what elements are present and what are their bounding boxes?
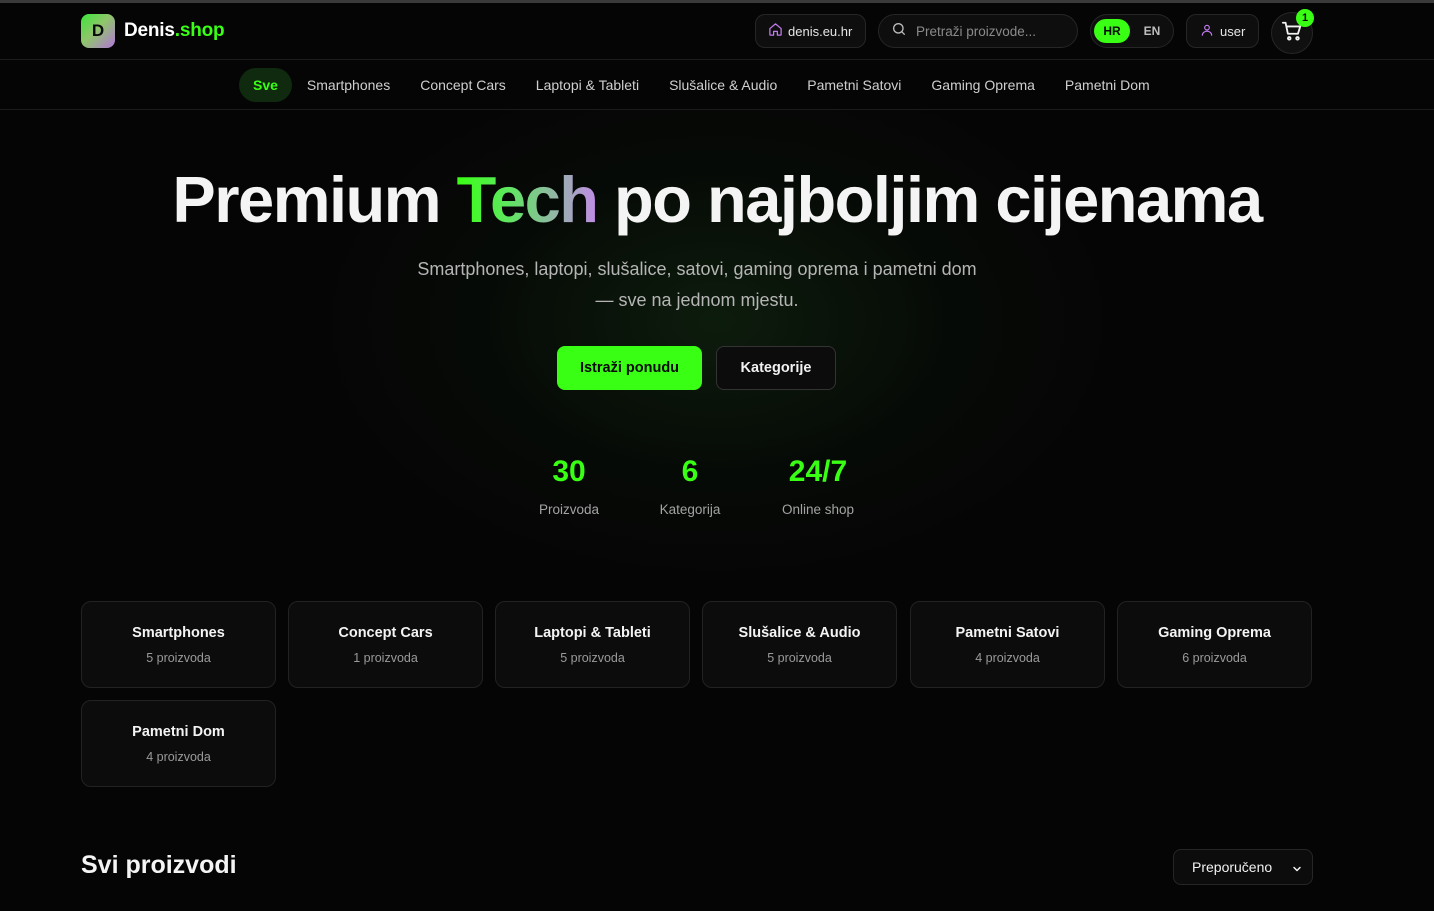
category-card-title: Gaming Oprema <box>1158 624 1271 641</box>
search-input[interactable] <box>916 23 1066 39</box>
sort-selected-value: Preporučeno <box>1192 859 1273 875</box>
hero-subtitle-line2: — sve na jednom mjestu. <box>595 290 799 310</box>
language-switcher: HR EN <box>1090 14 1174 48</box>
categories-button[interactable]: Kategorije <box>716 346 836 390</box>
category-card-count: 1 proizvoda <box>353 650 418 665</box>
search-box[interactable] <box>878 14 1078 48</box>
category-card-pametni-satovi[interactable]: Pametni Satovi 4 proizvoda <box>910 601 1105 688</box>
category-nav: Sve Smartphones Concept Cars Laptopi & T… <box>0 60 1434 110</box>
nav-item-pametni-satovi[interactable]: Pametni Satovi <box>792 68 916 102</box>
stat-products: 30 Proizvoda <box>529 454 609 517</box>
category-card-concept-cars[interactable]: Concept Cars 1 proizvoda <box>288 601 483 688</box>
category-card-count: 6 proizvoda <box>1182 650 1247 665</box>
nav-item-smartphones[interactable]: Smartphones <box>292 68 405 102</box>
category-card-count: 5 proizvoda <box>560 650 625 665</box>
stat-label: Online shop <box>781 502 855 517</box>
user-button[interactable]: user <box>1186 14 1259 48</box>
nav-item-gaming-oprema[interactable]: Gaming Oprema <box>916 68 1049 102</box>
nav-item-slusalice-audio[interactable]: Slušalice & Audio <box>654 68 792 102</box>
sort-select[interactable]: Preporučeno <box>1173 849 1313 885</box>
nav-item-laptopi-tableti[interactable]: Laptopi & Tableti <box>521 68 654 102</box>
nav-item-pametni-dom[interactable]: Pametni Dom <box>1050 68 1165 102</box>
lang-en-button[interactable]: EN <box>1134 19 1170 43</box>
stat-value: 6 <box>681 455 699 488</box>
site-logo[interactable]: D Denis.shop <box>81 14 225 48</box>
cart-button[interactable]: 1 <box>1271 9 1314 54</box>
logo-accent: .shop <box>174 20 225 41</box>
logo-mark: D <box>81 14 115 48</box>
user-label: user <box>1220 23 1246 39</box>
category-card-smartphones[interactable]: Smartphones 5 proizvoda <box>81 601 276 688</box>
category-card-count: 4 proizvoda <box>975 650 1040 665</box>
user-icon <box>1200 23 1214 40</box>
chevron-down-icon <box>1291 862 1303 878</box>
category-card-slusalice-audio[interactable]: Slušalice & Audio 5 proizvoda <box>702 601 897 688</box>
site-header: D Denis.shop denis.eu.hr HR EN user 1 <box>0 3 1434 60</box>
stat-value: 24/7 <box>788 455 848 488</box>
hero-title-highlight: Tech <box>456 163 599 236</box>
hero-title-after: po najboljim cijenama <box>597 163 1263 236</box>
logo-name: Denis <box>124 20 175 41</box>
all-products-title: Svi proizvodi <box>81 851 237 879</box>
logo-text: Denis.shop <box>124 20 225 42</box>
category-card-title: Slušalice & Audio <box>738 624 861 641</box>
stat-value: 30 <box>552 455 586 488</box>
category-card-title: Concept Cars <box>338 624 433 641</box>
category-card-gaming-oprema[interactable]: Gaming Oprema 6 proizvoda <box>1117 601 1312 688</box>
category-card-count: 5 proizvoda <box>767 650 832 665</box>
nav-item-concept-cars[interactable]: Concept Cars <box>405 68 521 102</box>
category-card-laptopi-tableti[interactable]: Laptopi & Tableti 5 proizvoda <box>495 601 690 688</box>
lang-hr-button[interactable]: HR <box>1094 19 1130 43</box>
category-card-pametni-dom[interactable]: Pametni Dom 4 proizvoda <box>81 700 276 787</box>
search-icon <box>891 21 907 42</box>
category-card-count: 4 proizvoda <box>146 749 211 764</box>
explore-offer-button[interactable]: Istraži ponudu <box>557 346 702 390</box>
category-card-title: Pametni Satovi <box>955 624 1060 641</box>
stat-label: Kategorija <box>659 502 721 517</box>
domain-label: denis.eu.hr <box>788 23 853 39</box>
category-card-title: Laptopi & Tableti <box>534 624 651 641</box>
stat-categories: 6 Kategorija <box>650 454 730 517</box>
home-icon <box>768 22 783 40</box>
stat-online-shop: 24/7 Online shop <box>773 454 863 517</box>
hero-subtitle-line1: Smartphones, laptopi, slušalice, satovi,… <box>417 259 977 279</box>
hero-subtitle: Smartphones, laptopi, slušalice, satovi,… <box>367 254 1027 316</box>
cart-count-badge: 1 <box>1296 9 1314 27</box>
category-card-count: 5 proizvoda <box>146 650 211 665</box>
stat-label: Proizvoda <box>538 502 600 517</box>
category-card-title: Smartphones <box>132 624 225 641</box>
hero-title: Premium Tech po najboljim cijenama <box>0 162 1434 237</box>
hero-title-before: Premium <box>172 163 457 236</box>
category-card-title: Pametni Dom <box>132 723 225 740</box>
domain-link[interactable]: denis.eu.hr <box>755 14 866 48</box>
nav-item-sve[interactable]: Sve <box>239 68 292 102</box>
